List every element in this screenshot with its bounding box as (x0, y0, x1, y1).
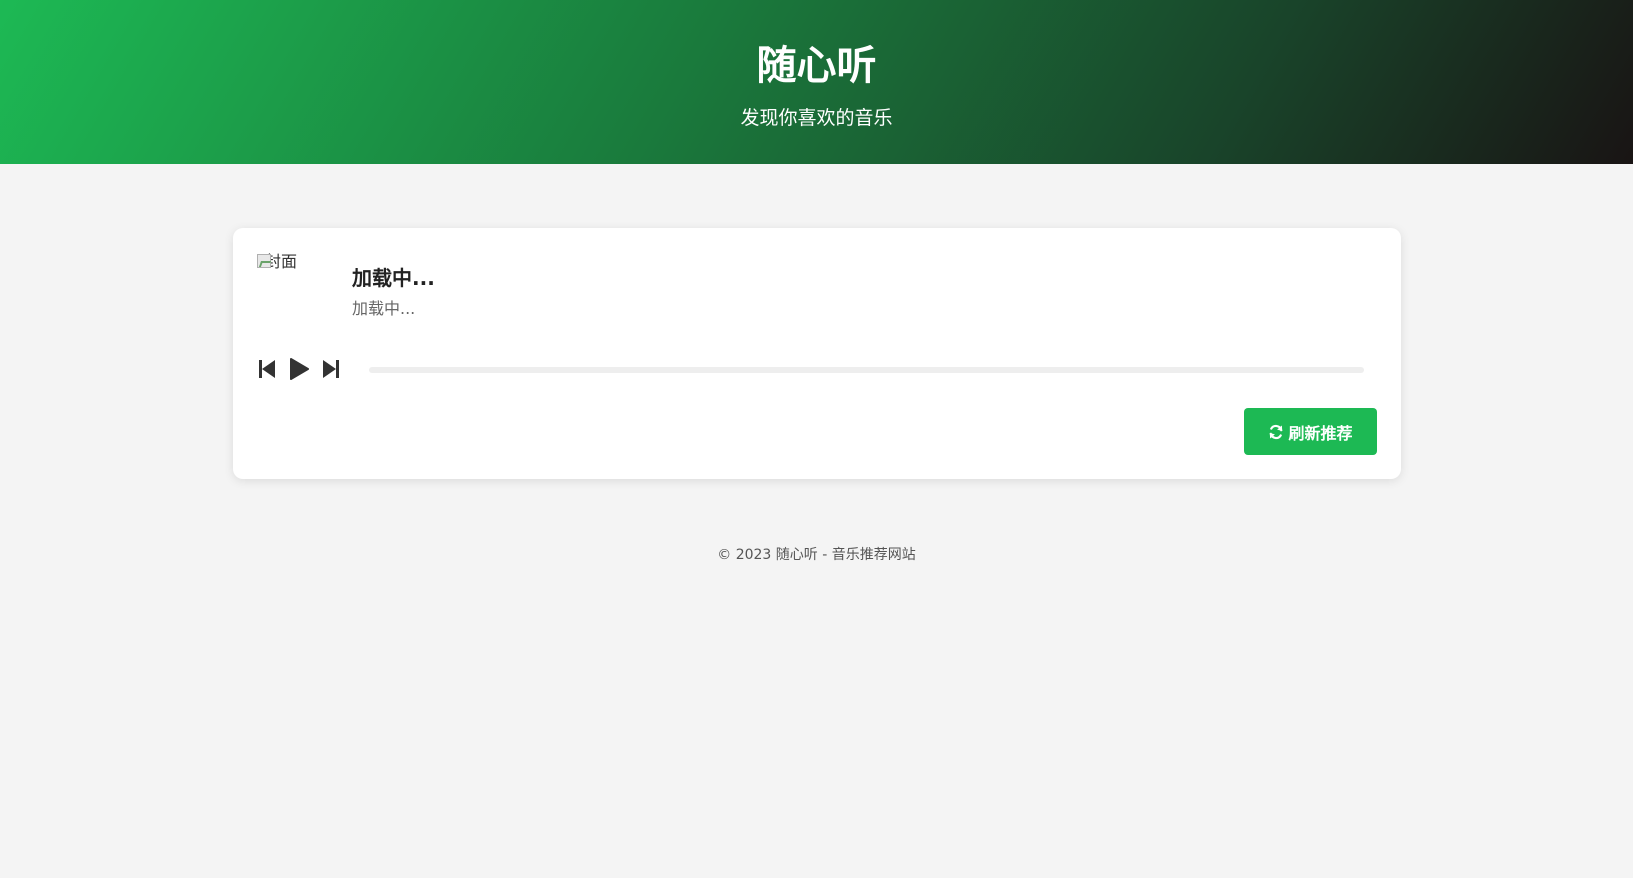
song-title: 加载中... (352, 266, 435, 290)
skip-forward-icon (323, 360, 339, 378)
refresh-button-label: 刷新推荐 (1288, 423, 1353, 443)
previous-button[interactable] (255, 357, 279, 381)
progress-bar[interactable] (369, 367, 1364, 373)
site-subtitle: 发现你喜欢的音乐 (740, 107, 893, 129)
footer-text: © 2023 随心听 - 音乐推荐网站 (717, 547, 916, 563)
play-button[interactable] (287, 357, 311, 381)
song-artist: 加载中... (352, 299, 416, 318)
site-title: 随心听 (756, 43, 877, 89)
site-footer: © 2023 随心听 - 音乐推荐网站 (0, 545, 1633, 565)
site-header: 随心听 发现你喜欢的音乐 (0, 0, 1633, 164)
broken-image-icon (257, 254, 271, 268)
playback-controls (255, 357, 351, 381)
refresh-recommendations-button[interactable]: 刷新推荐 (1244, 408, 1377, 455)
refresh-icon (1268, 424, 1284, 440)
next-button[interactable] (319, 357, 343, 381)
play-icon (290, 358, 309, 380)
skip-back-icon (259, 360, 275, 378)
player-card: 封面 加载中... 加载中... 刷新推荐 (233, 228, 1401, 479)
album-cover: 封面 (257, 252, 337, 332)
